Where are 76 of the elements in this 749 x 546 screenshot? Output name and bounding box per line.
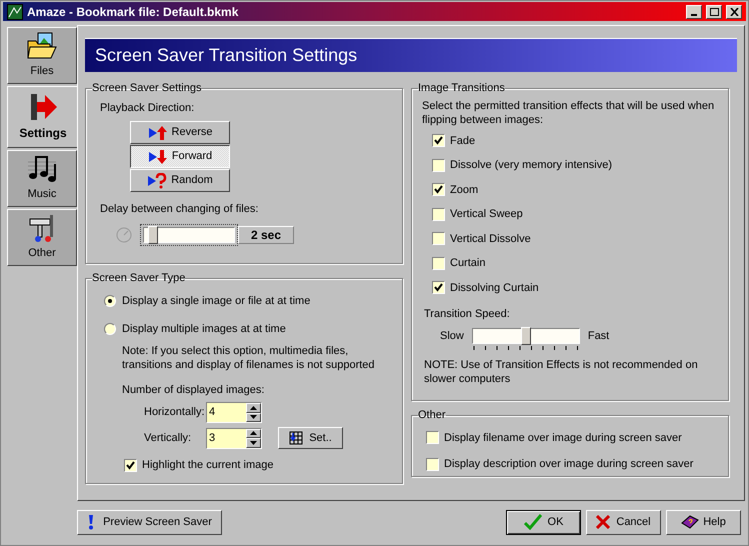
spin-up-icon[interactable] [246, 428, 261, 438]
option-label: Display a single image or file at at time [122, 294, 310, 308]
group-title: Image Transitions [418, 81, 505, 96]
spin-field[interactable]: 4 [206, 402, 262, 423]
minimize-icon[interactable] [686, 4, 702, 18]
sidebar-tab[interactable]: Music [7, 150, 77, 207]
checkbox-label: Highlight the current image [142, 458, 274, 473]
checkbox[interactable] [426, 431, 439, 444]
checkbox[interactable] [432, 158, 445, 172]
note-text: NOTE: Use of Transition Effects is not recommended on slower computers [424, 358, 699, 386]
play-down-arrow-icon [148, 148, 168, 164]
delay-reading: 2 sec [238, 226, 294, 244]
ok-button[interactable]: OK [506, 510, 581, 534]
field-label: Horizontally: [144, 405, 206, 420]
checkbox[interactable] [432, 232, 445, 246]
group-title: Other [418, 408, 446, 423]
close-icon[interactable] [726, 4, 742, 18]
sidebar-tab[interactable]: Settings [7, 86, 78, 148]
checkbox[interactable] [432, 281, 445, 294]
direction-button[interactable]: Reverse [130, 121, 230, 144]
label: Playback Direction: [100, 100, 196, 116]
spin-down-icon[interactable] [246, 438, 261, 448]
exclamation-icon [87, 514, 96, 530]
play-question-icon [147, 172, 168, 188]
x-icon [596, 515, 610, 529]
checkbox-label: Dissolving Curtain [450, 280, 539, 296]
header-banner: Screen Saver Transition Settings [85, 38, 737, 72]
checkmark-icon [524, 514, 542, 530]
group-title: Screen Saver Type [92, 271, 186, 286]
checkbox-label: Dissolve (very memory intensive) [450, 158, 612, 173]
grid-icon [289, 431, 304, 445]
preview-button[interactable]: Preview Screen Saver [77, 510, 222, 534]
fast-label: Fast [588, 328, 610, 344]
checkbox-label: Zoom [450, 182, 478, 198]
spin-up-icon[interactable] [246, 403, 261, 412]
slow-label: Slow [440, 328, 464, 344]
book-icon [681, 515, 700, 529]
clock-icon [116, 226, 132, 242]
checkbox[interactable] [432, 134, 445, 148]
option-label: Display multiple images at at time [122, 322, 286, 337]
radio-button[interactable] [104, 323, 116, 336]
checkbox-label: Vertical Dissolve [450, 232, 531, 246]
sidebar-tab[interactable]: Other [7, 209, 77, 266]
checkbox[interactable] [432, 208, 445, 221]
slider-thumb[interactable] [148, 226, 158, 244]
intro-text: Select the permitted transition effects that will be used when flipping between images: [422, 98, 716, 126]
spin-field[interactable]: 3 [206, 428, 262, 448]
checkbox-label: Display description over image during screen saver [444, 457, 694, 472]
label: Delay between changing of files: [100, 202, 260, 217]
app-icon [7, 4, 23, 20]
checkbox[interactable] [432, 256, 445, 270]
cancel-button[interactable]: Cancel [586, 510, 661, 534]
set-button[interactable]: Set.. [278, 427, 343, 449]
group-title: Screen Saver Settings [92, 81, 202, 96]
label: Number of displayed images: [122, 382, 266, 398]
slider-thumb[interactable] [520, 326, 531, 344]
window-title: Amaze - Bookmark file: Default.bkmk [27, 4, 240, 20]
help-button[interactable]: Help [666, 510, 741, 534]
music-notes-icon [26, 154, 58, 184]
field-label: Vertically: [144, 430, 192, 446]
checkbox-label: Vertical Sweep [450, 207, 523, 222]
checkbox-label: Curtain [450, 256, 486, 271]
maximize-icon[interactable] [706, 4, 722, 18]
checkbox-label: Display filename over image during screen saver [444, 430, 682, 446]
checkbox[interactable] [426, 458, 439, 471]
label: Transition Speed: [424, 307, 511, 322]
note-text: Note: If you select this option, multimedia files, transitions and display of filenames is not supported [122, 344, 376, 372]
folder-icon [26, 31, 58, 62]
play-up-arrow-icon [148, 124, 168, 140]
checkbox[interactable] [432, 183, 445, 196]
direction-button[interactable]: Forward [130, 145, 230, 168]
radio-button[interactable] [104, 294, 116, 307]
checkbox-label: Fade [450, 134, 476, 148]
sidebar-tab[interactable]: Files [7, 27, 77, 84]
checkbox[interactable] [124, 458, 137, 472]
direction-button[interactable]: Random [130, 169, 230, 192]
